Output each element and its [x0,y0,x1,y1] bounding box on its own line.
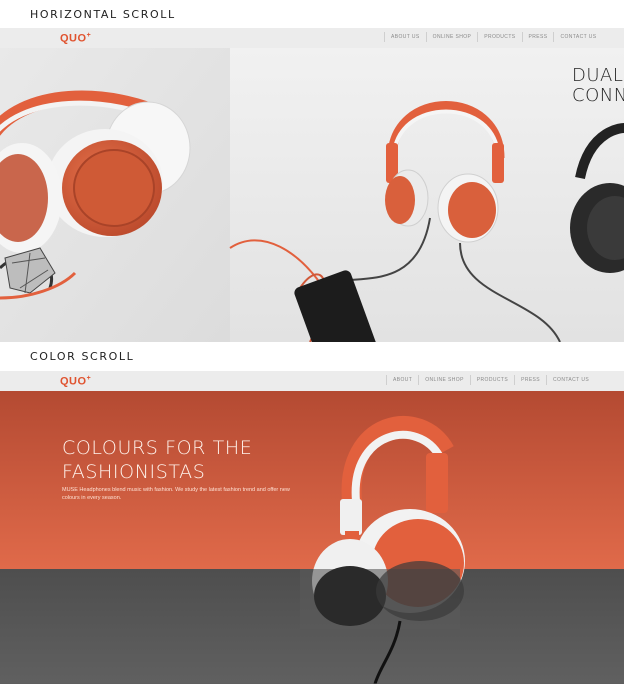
horizontal-scroll-hero: DUAL CONN [0,48,624,342]
top-nav-menu: ABOUT US ONLINE SHOP PRODUCTS PRESS CONT… [384,32,603,42]
bottom-logo[interactable]: QUO+ [60,375,91,388]
nav-about-us[interactable]: ABOUT US [384,32,426,42]
bottom-logo-text: QUO [60,375,87,388]
color-scroll-label: COLOR SCROLL [30,350,135,363]
hero-headline-line2: CONN [572,85,624,106]
bottom-logo-mark: + [86,375,92,382]
hero-headline: DUAL CONN [572,66,624,106]
hero-headline-line1: DUAL [572,65,624,86]
nav-products[interactable]: PRODUCTS [477,32,521,42]
top-logo-text: QUO [60,32,87,45]
top-logo[interactable]: QUO+ [60,32,91,45]
color-scroll-body: MUSE Headphones blend music with fashion… [62,487,290,501]
color-scroll-hero: COLOURS FOR THE FASHIONISTAS MUSE Headpho… [0,391,624,684]
nav-about[interactable]: ABOUT [386,375,418,385]
hero-photos [0,48,624,342]
nav-products[interactable]: PRODUCTS [469,375,514,385]
nav-online-shop[interactable]: ONLINE SHOP [425,32,478,42]
nav-online-shop[interactable]: ONLINE SHOP [418,375,470,385]
bottom-nav-menu: ABOUT ONLINE SHOP PRODUCTS PRESS CONTACT… [386,375,595,385]
nav-press[interactable]: PRESS [521,32,554,42]
color-scroll-artwork [0,391,624,684]
horizontal-scroll-label: HORIZONTAL SCROLL [30,8,176,21]
nav-press[interactable]: PRESS [514,375,546,385]
top-logo-mark: + [86,32,92,39]
title-line2: FASHIONISTAS [62,461,206,483]
bottom-navbar: QUO+ ABOUT ONLINE SHOP PRODUCTS PRESS CO… [0,371,624,392]
color-scroll-title: COLOURS FOR THE FASHIONISTAS [62,436,252,484]
title-line1: COLOURS FOR THE [62,437,253,459]
top-navbar: QUO+ ABOUT US ONLINE SHOP PRODUCTS PRESS… [0,28,624,49]
nav-contact-us[interactable]: CONTACT US [546,375,595,385]
nav-contact-us[interactable]: CONTACT US [553,32,602,42]
